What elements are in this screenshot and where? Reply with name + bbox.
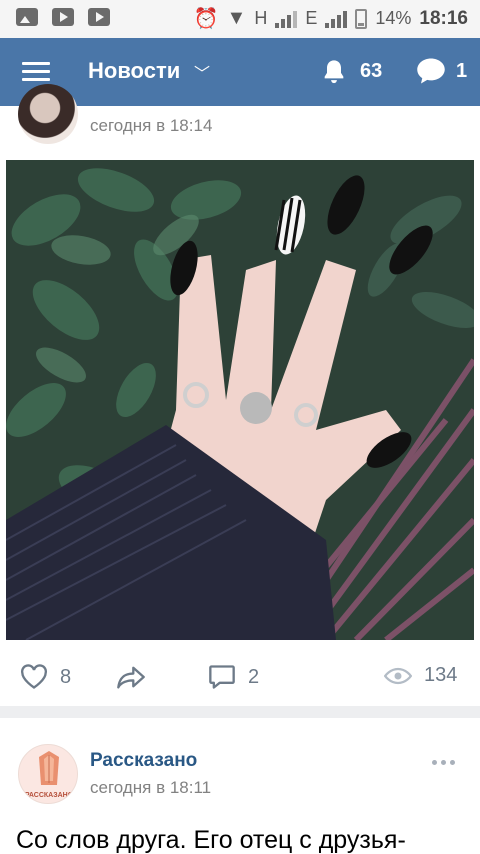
heart-icon: [21, 664, 47, 689]
messages-count[interactable]: 1: [456, 60, 467, 83]
post-text[interactable]: Со слов друга. Его отец с друзья-: [16, 826, 406, 854]
post-timestamp[interactable]: сегодня в 18:14: [90, 116, 212, 136]
clock: 18:16: [419, 7, 468, 29]
post-photo[interactable]: [6, 160, 474, 640]
share-button[interactable]: [116, 664, 146, 690]
notifications-count[interactable]: 63: [360, 60, 382, 83]
rasskazano-logo: РАССКАЗАНО: [25, 751, 74, 799]
like-count: 8: [60, 665, 72, 688]
status-notifications: [16, 8, 110, 26]
avatar[interactable]: РАССКАЗАНО: [18, 744, 78, 804]
signal-icon: [325, 10, 348, 28]
post-timestamp[interactable]: сегодня в 18:11: [90, 778, 211, 798]
eye-icon: [384, 667, 412, 684]
nail-photo-image: [6, 160, 474, 640]
battery-level: 14%: [375, 8, 412, 28]
bell-icon[interactable]: [320, 58, 348, 86]
alarm-icon: ⏰: [193, 8, 219, 30]
views-count: 134: [424, 664, 458, 686]
network-type-e: E: [305, 8, 318, 28]
youtube-icon: [52, 8, 74, 26]
menu-icon[interactable]: [22, 62, 50, 82]
like-button[interactable]: 8: [20, 664, 71, 690]
post-actions: 8 2 134: [0, 656, 480, 696]
comment-icon: [209, 665, 235, 689]
svg-text:РАССКАЗАНО: РАССКАЗАНО: [25, 792, 74, 799]
signal-icon: [275, 10, 298, 28]
battery-icon: [355, 8, 368, 29]
views-indicator: 134: [384, 664, 457, 687]
gallery-icon: [16, 8, 38, 26]
messages-icon[interactable]: [416, 57, 446, 85]
youtube-icon: [88, 8, 110, 26]
network-type-h: H: [254, 8, 268, 28]
more-options-icon[interactable]: [432, 760, 455, 765]
post-author[interactable]: Рассказано: [90, 750, 197, 772]
wifi-icon: ▼: [226, 7, 247, 29]
page-title[interactable]: Новости: [88, 58, 180, 84]
share-icon: [117, 666, 145, 689]
status-indicators: ⏰ ▼ H E 14% 18:16: [194, 6, 468, 31]
feed-divider: [0, 706, 480, 718]
avatar[interactable]: [18, 84, 78, 144]
comment-button[interactable]: 2: [208, 664, 259, 690]
status-bar: ⏰ ▼ H E 14% 18:16: [0, 0, 480, 38]
comment-count: 2: [248, 665, 260, 688]
chevron-down-icon[interactable]: ﹀: [194, 60, 210, 84]
